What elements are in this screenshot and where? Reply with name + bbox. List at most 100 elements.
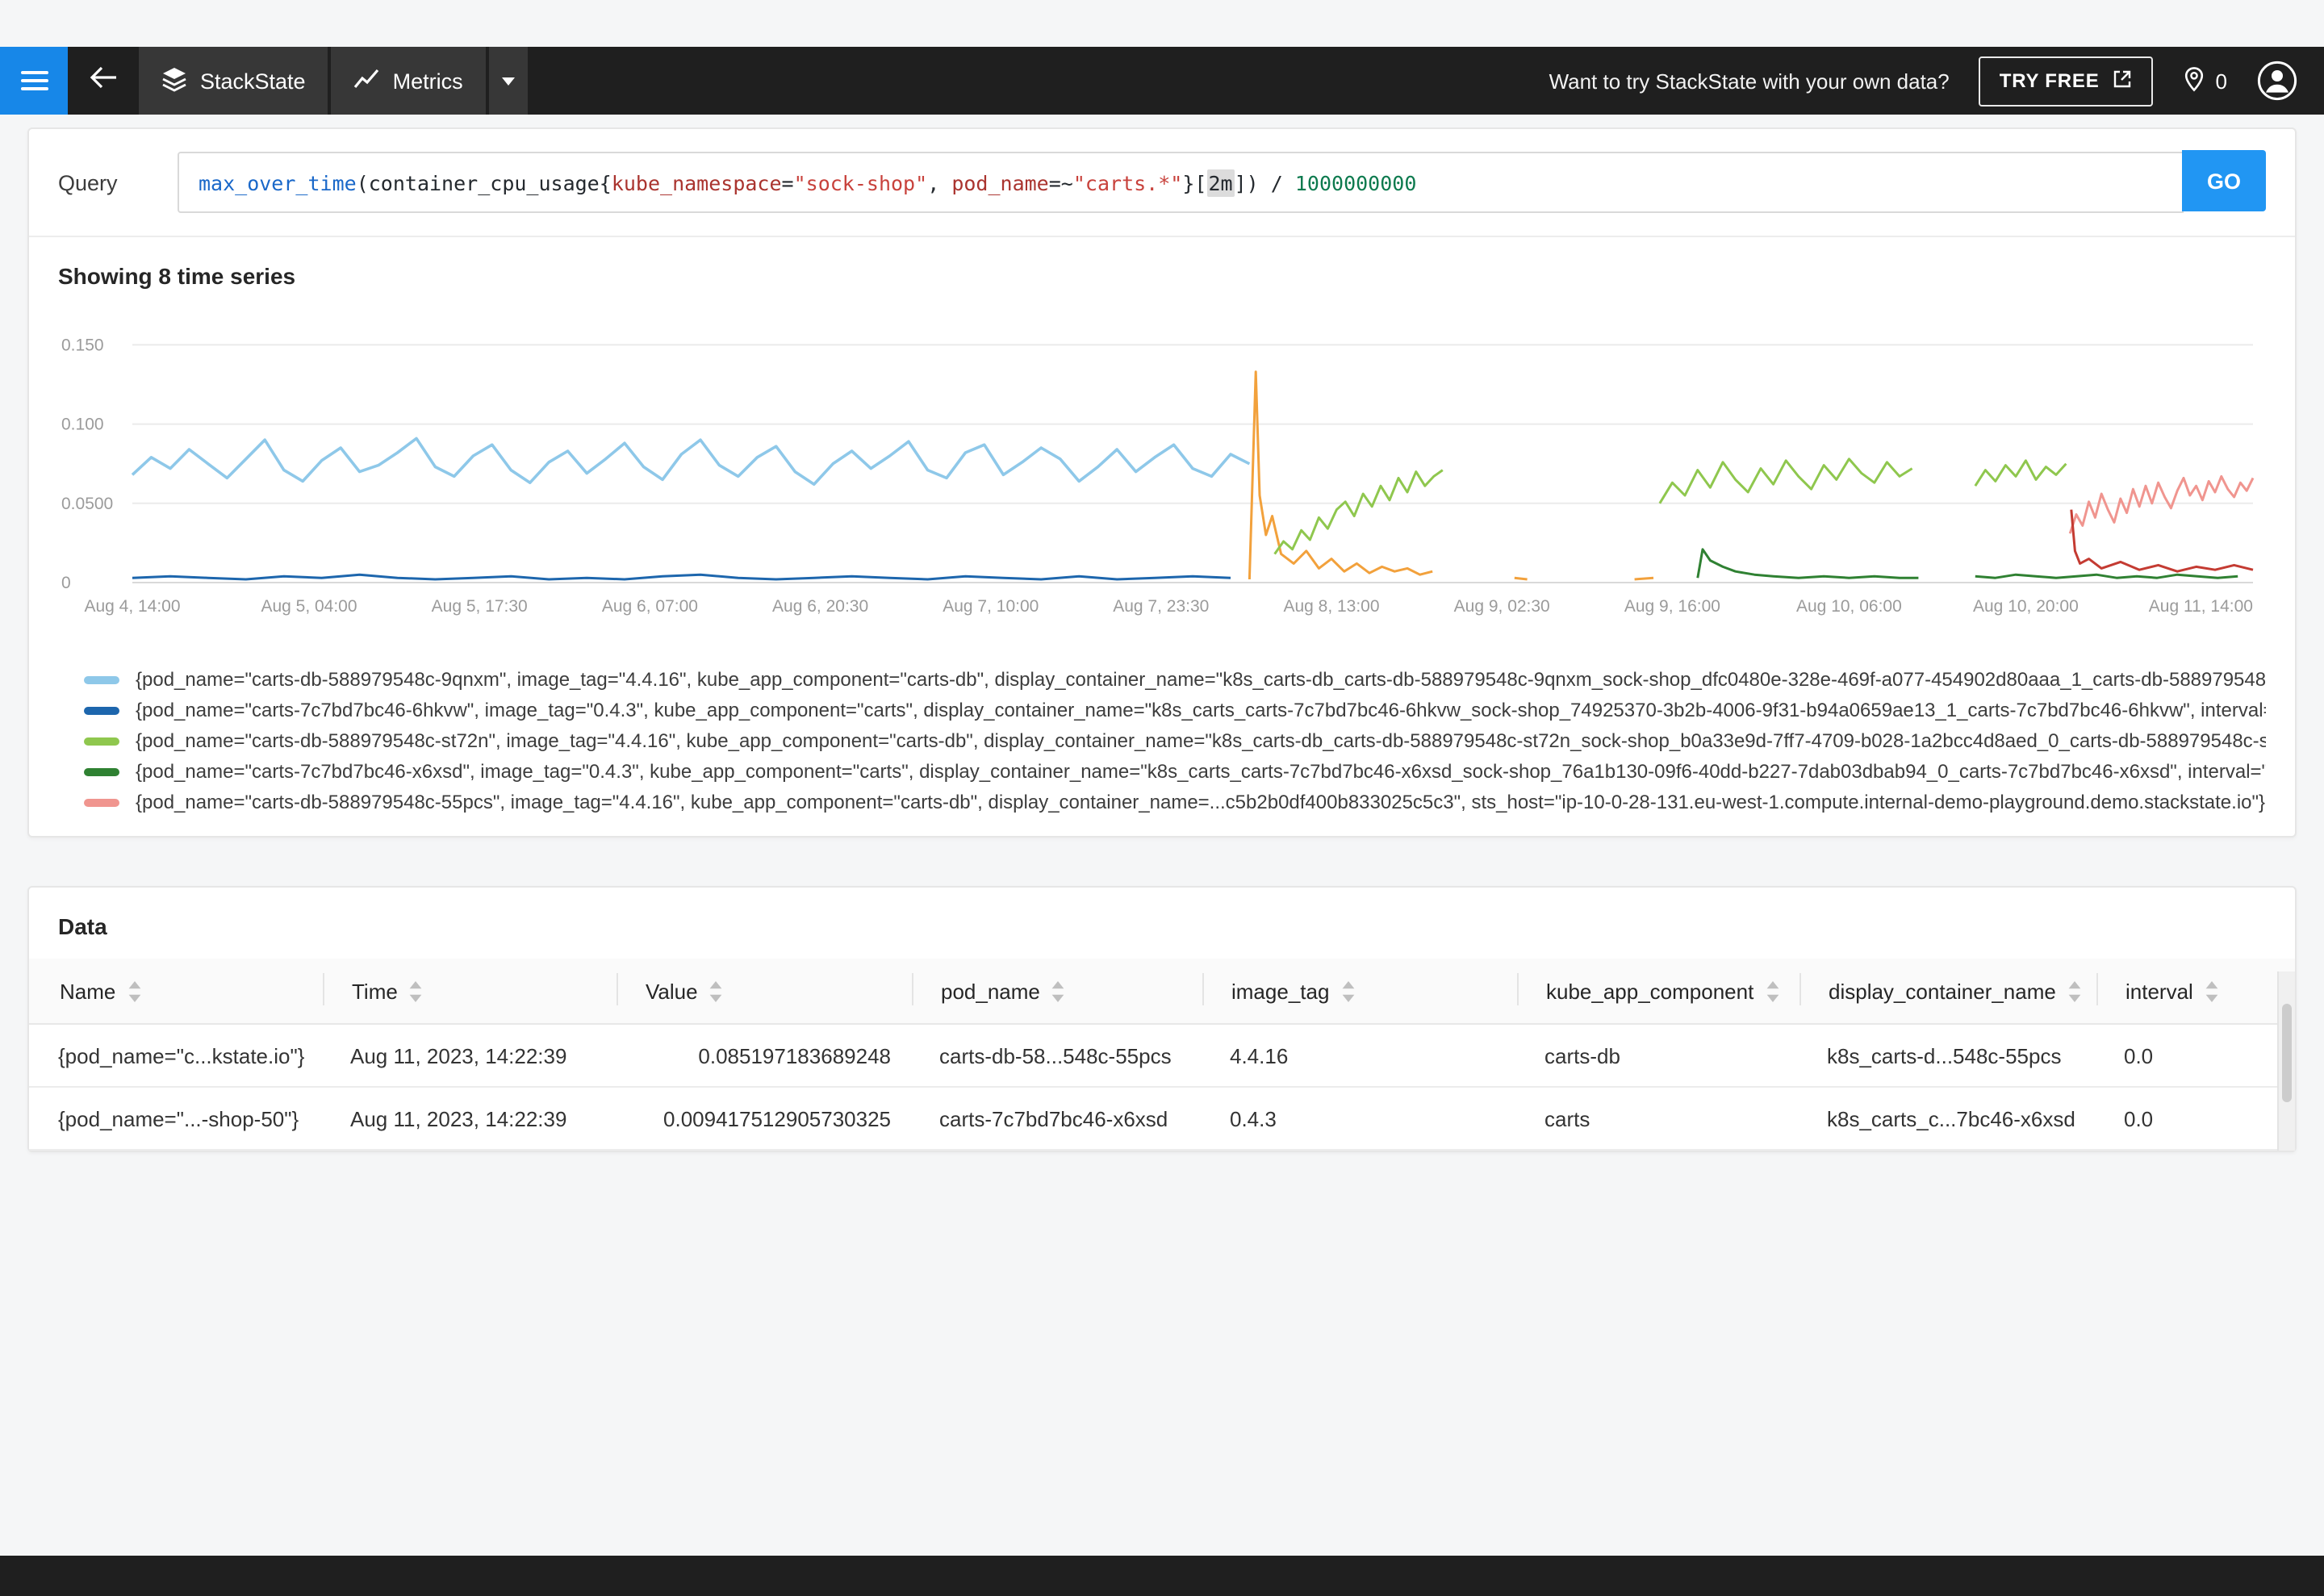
y-axis-label: 0.0500 <box>61 495 113 513</box>
go-button[interactable]: GO <box>2182 150 2266 211</box>
column-header-label: Value <box>646 979 698 1003</box>
series-line <box>1634 576 1654 581</box>
scrollbar-thumb[interactable] <box>2282 1003 2292 1103</box>
column-header-value[interactable]: Value <box>618 959 913 1025</box>
x-axis-label: Aug 7, 23:30 <box>1113 597 1209 616</box>
data-panel-title: Data <box>58 913 107 939</box>
query-token: ] <box>1234 170 1247 194</box>
column-header-label: Time <box>352 979 398 1003</box>
app-window: StackState Metrics Want to try StackStat… <box>0 47 2324 1596</box>
results-table: Name Time Value pod_name image_tag kube_app_c… <box>29 959 2295 1151</box>
column-header-image-tag[interactable]: image_tag <box>1204 959 1519 1025</box>
query-input[interactable]: max_over_time(container_cpu_usage{kube_n… <box>178 152 2184 213</box>
x-axis-label: Aug 8, 13:00 <box>1283 597 1379 616</box>
x-axis-label: Aug 10, 20:00 <box>1973 597 2079 616</box>
table-scrollbar[interactable] <box>2277 971 2295 1151</box>
table-cell: k8s_carts-d...548c-55pcs <box>1801 1024 2098 1088</box>
sort-icon[interactable] <box>409 980 424 1001</box>
x-axis-label: Aug 6, 20:30 <box>772 597 868 616</box>
hamburger-menu-button[interactable] <box>0 47 68 115</box>
series-color-swatch <box>84 798 119 806</box>
column-header-interval[interactable]: interval <box>2098 959 2295 1025</box>
query-token: 2m <box>1206 169 1235 196</box>
x-axis-label: Aug 9, 02:30 <box>1454 597 1550 616</box>
tab-stackstate[interactable]: StackState <box>139 47 328 115</box>
query-token: , <box>927 170 952 194</box>
legend-label: {pod_name="carts-db-588979548c-55pcs", i… <box>136 791 2266 813</box>
timeseries-chart[interactable]: 0 0.0500 0.100 0.150 Aug 4, 14:00 Aug 5, 04:0… <box>58 311 2276 644</box>
legend-item[interactable]: {pod_name="carts-db-588979548c-9qnxm", i… <box>84 668 2266 691</box>
series-line <box>1658 457 1913 504</box>
x-axis-label: Aug 7, 10:00 <box>943 597 1039 616</box>
chart-section: Showing 8 time series 0 0.0500 0.100 0.150 A… <box>29 237 2295 836</box>
table-cell: 0.4.3 <box>1204 1087 1519 1151</box>
table-cell: Aug 11, 2023, 14:22:39 <box>324 1024 618 1088</box>
x-axis-label: Aug 9, 16:00 <box>1624 597 1720 616</box>
tab-metrics-label: Metrics <box>392 69 463 93</box>
column-header-name[interactable]: Name <box>29 959 324 1025</box>
column-header-pod-name[interactable]: pod_name <box>913 959 1204 1025</box>
pin-icon <box>2182 65 2206 96</box>
query-token: pod_name <box>951 170 1049 194</box>
series-line <box>1975 573 2238 579</box>
query-token: max_over_time <box>199 170 357 194</box>
series-line <box>1273 469 1444 555</box>
query-token: =~ <box>1048 170 1073 194</box>
series-line <box>1514 576 1528 581</box>
sort-icon[interactable] <box>709 980 724 1001</box>
line-chart-icon <box>354 67 380 94</box>
column-header-kube-app-component[interactable]: kube_app_component <box>1519 959 1801 1025</box>
table-cell: carts-db <box>1519 1024 1801 1088</box>
sort-icon[interactable] <box>1765 980 1779 1001</box>
tab-dropdown-button[interactable] <box>488 47 528 115</box>
legend-item[interactable]: {pod_name="carts-7c7bd7bc46-6hkvw", imag… <box>84 699 2266 721</box>
query-token: = <box>781 170 794 194</box>
column-header-display-container-name[interactable]: display_container_name <box>1801 959 2098 1025</box>
sort-icon[interactable] <box>127 980 141 1001</box>
query-token: [ <box>1194 170 1207 194</box>
back-button[interactable] <box>68 47 139 115</box>
table-header-row: Name Time Value pod_name image_tag kube_app_c… <box>29 959 2295 1025</box>
series-line <box>2068 474 2255 534</box>
column-header-time[interactable]: Time <box>324 959 618 1025</box>
table-cell: 0.0 <box>2098 1087 2295 1151</box>
table-cell: 0.0 <box>2098 1024 2295 1088</box>
query-token: 1000000000 <box>1294 170 1417 194</box>
sort-icon[interactable] <box>1051 980 1066 1001</box>
y-axis-label: 0.100 <box>61 416 104 434</box>
query-token: "carts.*" <box>1072 170 1183 194</box>
legend-item[interactable]: {pod_name="carts-db-588979548c-st72n", i… <box>84 729 2266 752</box>
tab-metrics[interactable]: Metrics <box>331 47 486 115</box>
table-cell: 0.009417512905730325 <box>618 1087 913 1151</box>
table-row[interactable]: {pod_name="c...kstate.io"} Aug 11, 2023, … <box>29 1024 2295 1088</box>
table-body: {pod_name="c...kstate.io"} Aug 11, 2023, … <box>29 1024 2295 1151</box>
table-row[interactable]: {pod_name="...-shop-50"} Aug 11, 2023, 14… <box>29 1087 2295 1151</box>
query-token: } <box>1182 170 1195 194</box>
series-line <box>1696 548 1919 579</box>
query-token: ) <box>1246 170 1259 194</box>
series-line <box>1974 459 2067 487</box>
try-free-button[interactable]: TRY FREE <box>1978 56 2153 106</box>
query-token: kube_namespace <box>611 170 782 194</box>
x-axis-label: Aug 5, 04:00 <box>261 597 357 616</box>
query-label: Query <box>58 170 118 194</box>
sort-icon[interactable] <box>1340 980 1355 1001</box>
table-cell: Aug 11, 2023, 14:22:39 <box>324 1087 618 1151</box>
user-avatar[interactable] <box>2256 60 2298 102</box>
external-link-icon <box>2113 69 2132 93</box>
query-token: "sock-shop" <box>793 170 928 194</box>
top-bar: StackState Metrics Want to try StackStat… <box>0 47 2324 115</box>
sort-icon[interactable] <box>2205 980 2219 1001</box>
legend-item[interactable]: {pod_name="carts-7c7bd7bc46-x6xsd", imag… <box>84 760 2266 783</box>
query-token: { <box>599 170 612 194</box>
column-header-label: kube_app_component <box>1546 979 1754 1003</box>
footer-bar <box>0 1556 2324 1596</box>
promo-text: Want to try StackState with your own dat… <box>1549 69 1950 93</box>
column-header-label: pod_name <box>941 979 1040 1003</box>
pinned-items-button[interactable]: 0 <box>2182 65 2227 96</box>
series-line <box>1248 370 1433 580</box>
series-color-swatch <box>84 737 119 745</box>
sort-icon[interactable] <box>2067 980 2082 1001</box>
series-line <box>131 437 1251 486</box>
legend-item[interactable]: {pod_name="carts-db-588979548c-55pcs", i… <box>84 791 2266 813</box>
